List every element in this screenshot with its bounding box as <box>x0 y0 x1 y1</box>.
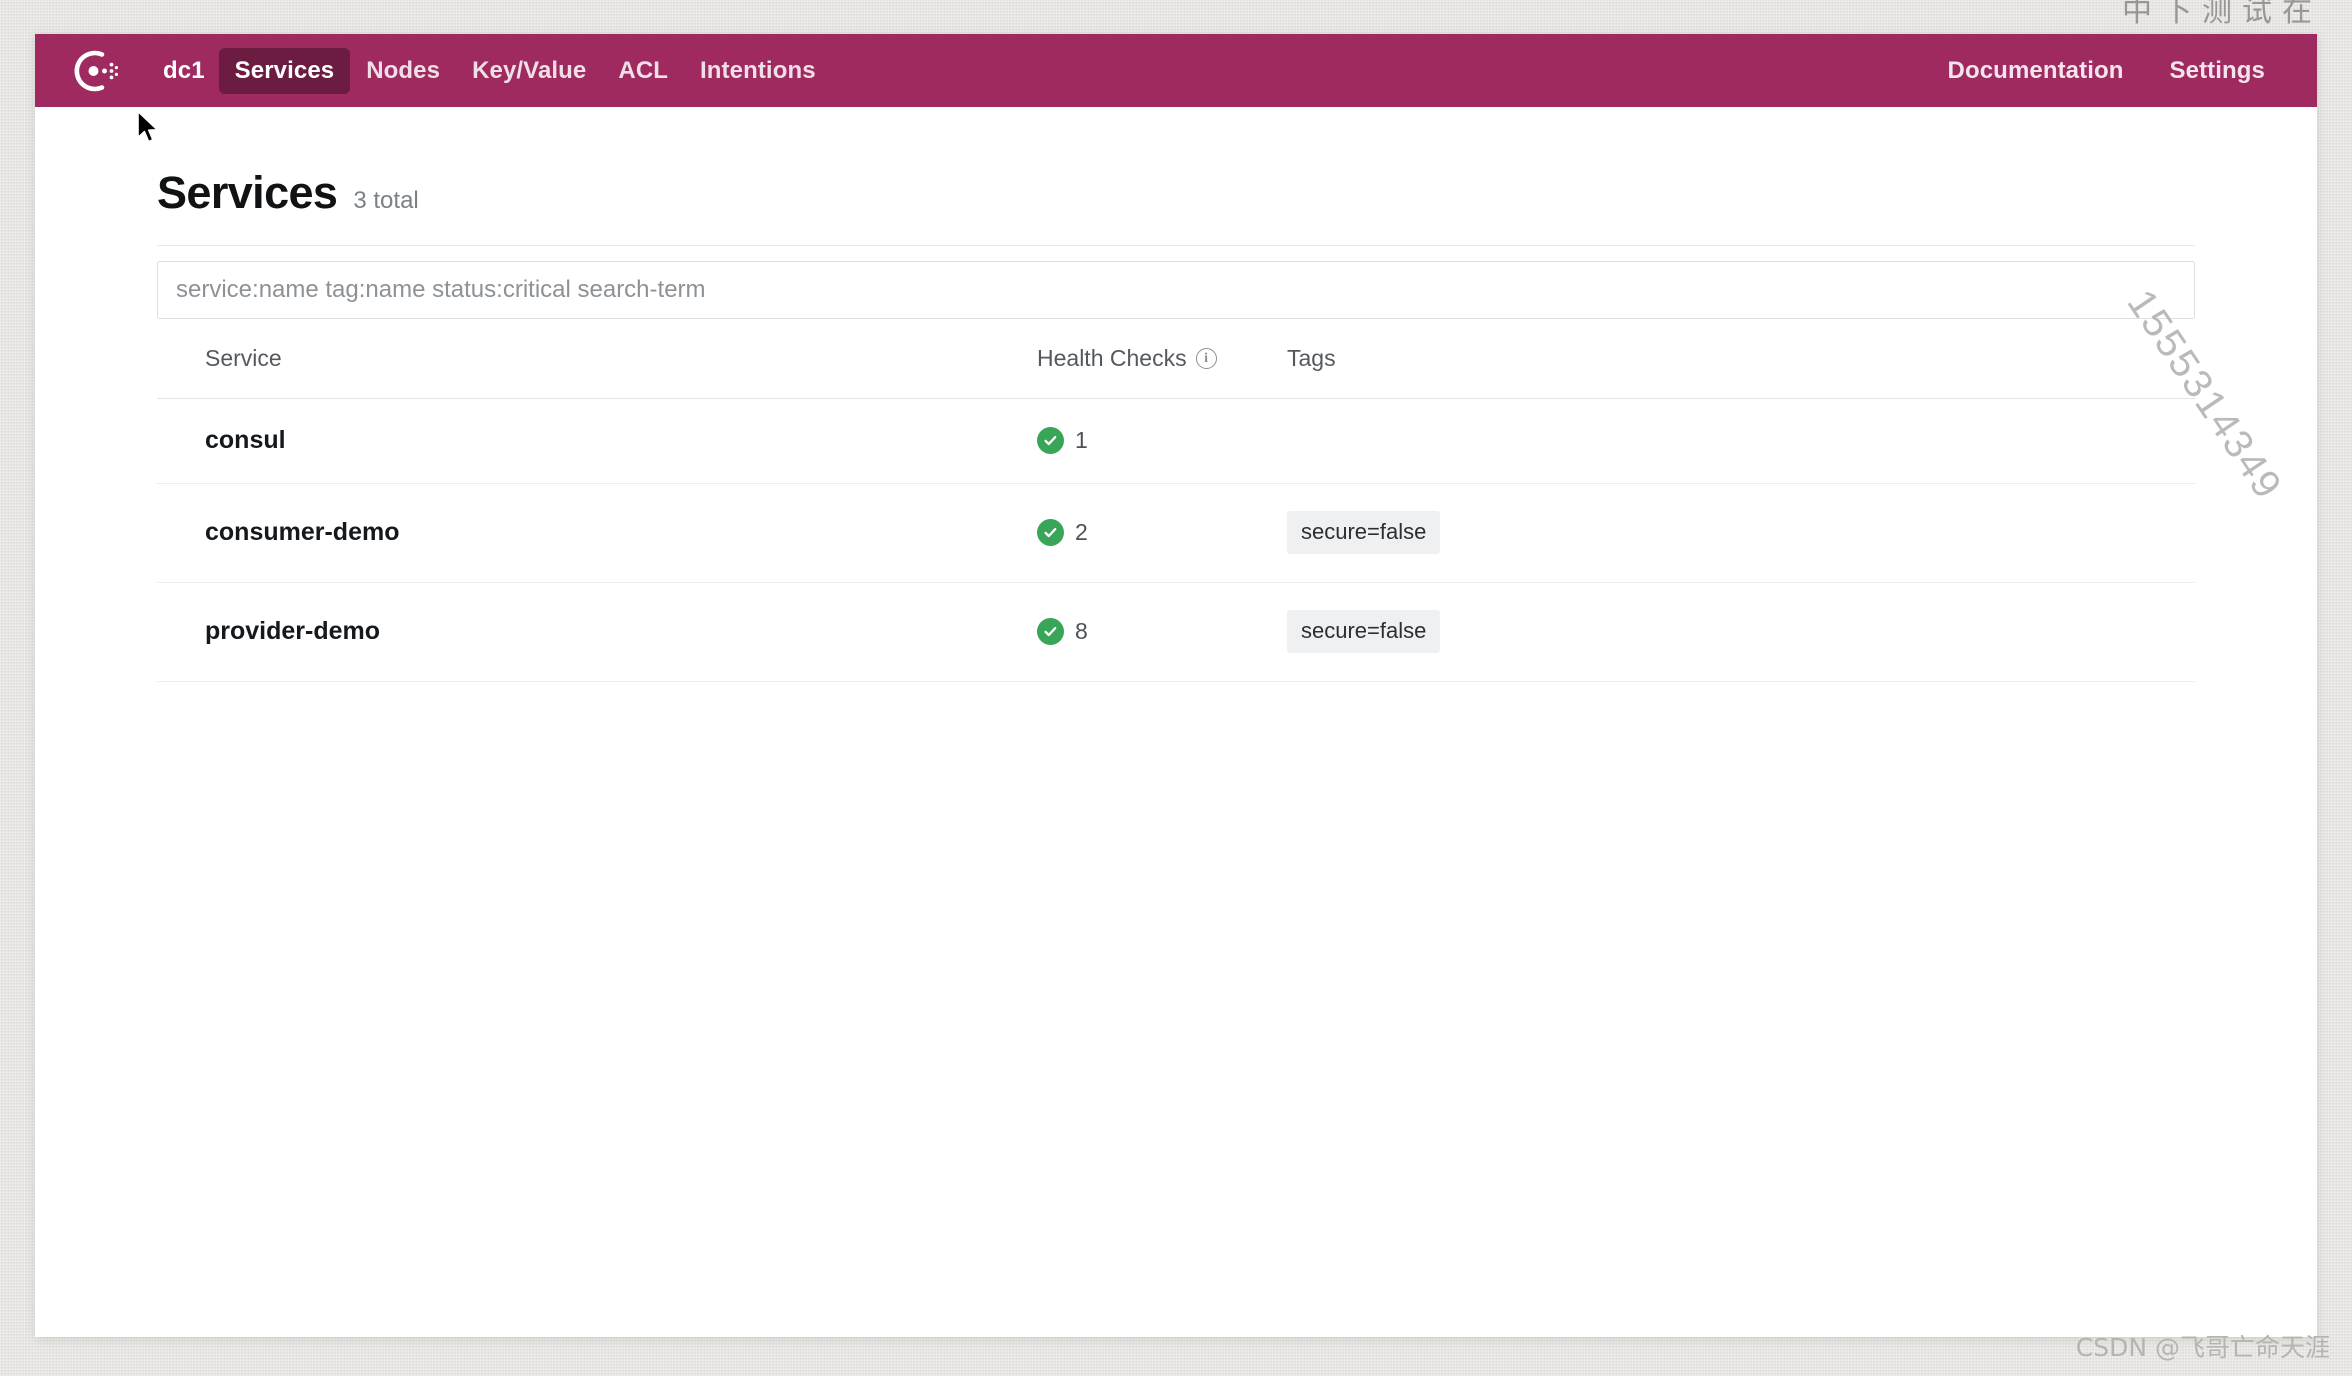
tags-cell: secure=false <box>1287 583 2195 682</box>
navbar-right-group: Documentation Settings <box>1932 48 2281 94</box>
column-header-health-checks[interactable]: Health Checks i <box>1037 345 1287 399</box>
column-header-tags[interactable]: Tags <box>1287 345 2195 399</box>
nav-item-acl[interactable]: ACL <box>602 48 684 94</box>
nav-item-intentions[interactable]: Intentions <box>684 48 832 94</box>
search-input[interactable] <box>157 261 2195 319</box>
nav-item-key-value[interactable]: Key/Value <box>456 48 602 94</box>
nav-item-services[interactable]: Services <box>218 47 351 94</box>
consul-logo-icon[interactable] <box>69 45 121 97</box>
health-check-count: 1 <box>1075 427 1088 453</box>
health-check-count: 2 <box>1075 519 1088 545</box>
tag-badge[interactable]: secure=false <box>1287 610 1441 653</box>
tags-cell <box>1287 399 2195 484</box>
service-total-count: 3 total <box>353 187 419 214</box>
navbar-datacenter-selector[interactable]: dc1 <box>147 48 219 94</box>
health-checks-header-inner: Health Checks i <box>1037 345 1217 372</box>
service-link-consul[interactable]: consul <box>157 426 286 454</box>
page-content: Services 3 total Service Health Checks i <box>35 107 2317 1337</box>
services-table-body: consul 1 consumer-demo 2 secure=false pr… <box>157 399 2195 682</box>
health-passing-icon <box>1037 618 1064 645</box>
health-checks-cell: 2 <box>1037 484 1287 583</box>
column-header-health-checks-label: Health Checks <box>1037 345 1187 371</box>
page-title: Services <box>157 167 338 218</box>
consul-navbar: dc1 Services Nodes Key/Value ACL Intenti… <box>35 34 2317 107</box>
table-header-row: Service Health Checks i Tags <box>157 345 2195 399</box>
table-row[interactable]: consumer-demo 2 secure=false <box>157 484 2195 583</box>
column-header-service[interactable]: Service <box>157 345 1037 399</box>
services-table-head: Service Health Checks i Tags <box>157 345 2195 399</box>
health-checks-group: 2 <box>1037 519 1287 546</box>
tag-badge[interactable]: secure=false <box>1287 511 1441 554</box>
service-cell: consul <box>157 399 1037 484</box>
health-checks-cell: 8 <box>1037 583 1287 682</box>
services-table: Service Health Checks i Tags consul 1 co… <box>157 345 2195 682</box>
service-cell: consumer-demo <box>157 484 1037 583</box>
service-link-consumer-demo[interactable]: consumer-demo <box>157 518 399 546</box>
search-container <box>157 245 2195 319</box>
health-checks-group: 8 <box>1037 618 1287 645</box>
browser-window: dc1 Services Nodes Key/Value ACL Intenti… <box>35 34 2317 1337</box>
health-passing-icon <box>1037 519 1064 546</box>
nav-item-nodes[interactable]: Nodes <box>350 48 456 94</box>
info-icon[interactable]: i <box>1195 348 1217 369</box>
nav-item-documentation[interactable]: Documentation <box>1932 48 2140 94</box>
nav-item-settings[interactable]: Settings <box>2154 48 2281 94</box>
top-cutoff-text: 中下测试在 <box>2122 0 2322 29</box>
health-checks-cell: 1 <box>1037 399 1287 484</box>
page-header: Services 3 total <box>157 167 2195 245</box>
service-link-provider-demo[interactable]: provider-demo <box>157 617 380 645</box>
tags-cell: secure=false <box>1287 484 2195 583</box>
content-inner: Services 3 total Service Health Checks i <box>157 167 2195 682</box>
table-row[interactable]: provider-demo 8 secure=false <box>157 583 2195 682</box>
health-check-count: 8 <box>1075 618 1088 644</box>
service-cell: provider-demo <box>157 583 1037 682</box>
table-row[interactable]: consul 1 <box>157 399 2195 484</box>
health-passing-icon <box>1037 427 1064 454</box>
navbar-left-group: dc1 Services Nodes Key/Value ACL Intenti… <box>69 45 832 97</box>
health-checks-group: 1 <box>1037 427 1287 454</box>
